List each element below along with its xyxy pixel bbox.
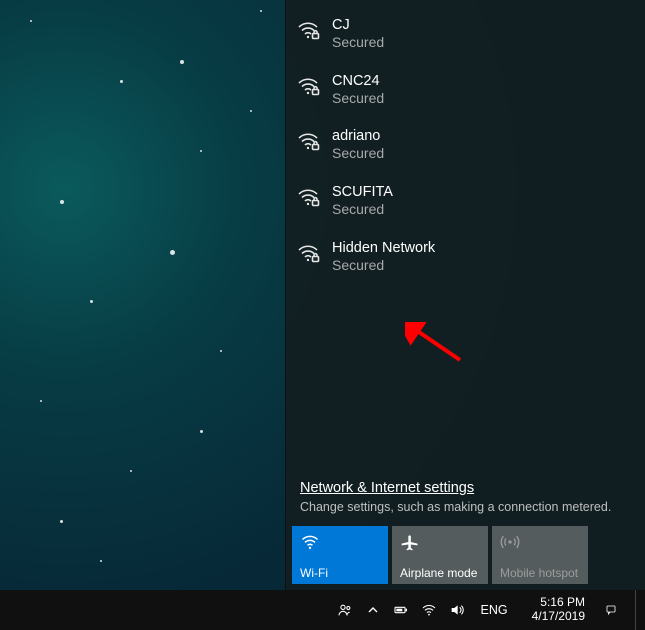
- clock-date: 4/17/2019: [532, 610, 585, 624]
- language-indicator[interactable]: ENG: [477, 603, 512, 617]
- network-status: Secured: [332, 34, 384, 52]
- airplane-icon: [400, 532, 480, 552]
- settings-block: Network & Internet settings Change setti…: [286, 479, 645, 526]
- wifi-secured-icon: [296, 129, 320, 153]
- system-tray: ENG 5:16 PM 4/17/2019: [337, 590, 645, 630]
- network-name: Hidden Network: [332, 239, 435, 257]
- network-settings-desc: Change settings, such as making a connec…: [300, 500, 631, 514]
- action-center-icon[interactable]: [605, 590, 623, 630]
- wifi-secured-icon: [296, 18, 320, 42]
- network-item[interactable]: SCUFITA Secured: [286, 173, 645, 229]
- mobile-hotspot-tile[interactable]: Mobile hotspot: [492, 526, 588, 584]
- wifi-secured-icon: [296, 241, 320, 265]
- airplane-mode-tile[interactable]: Airplane mode: [392, 526, 488, 584]
- tile-label: Wi-Fi: [300, 567, 380, 580]
- network-name: CNC24: [332, 72, 384, 90]
- people-icon[interactable]: [337, 602, 353, 618]
- network-settings-link[interactable]: Network & Internet settings: [300, 480, 474, 496]
- show-desktop-button[interactable]: [635, 590, 641, 630]
- network-flyout: CJ Secured CNC24 Secured: [285, 0, 645, 590]
- tile-label: Mobile hotspot: [500, 567, 580, 580]
- network-list: CJ Secured CNC24 Secured: [286, 0, 645, 284]
- tile-label: Airplane mode: [400, 567, 480, 580]
- wifi-tile[interactable]: Wi-Fi: [292, 526, 388, 584]
- clock[interactable]: 5:16 PM 4/17/2019: [524, 596, 593, 624]
- wifi-icon: [300, 532, 380, 552]
- wifi-secured-icon: [296, 185, 320, 209]
- quick-action-tiles: Wi-Fi Airplane mode Mobi: [286, 526, 645, 590]
- network-name: SCUFITA: [332, 183, 393, 201]
- network-name: adriano: [332, 127, 384, 145]
- network-item-hidden[interactable]: Hidden Network Secured: [286, 229, 645, 285]
- battery-icon[interactable]: [393, 602, 409, 618]
- network-name: CJ: [332, 16, 384, 34]
- clock-time: 5:16 PM: [532, 596, 585, 610]
- network-item[interactable]: adriano Secured: [286, 117, 645, 173]
- desktop: CJ Secured CNC24 Secured: [0, 0, 645, 630]
- wifi-secured-icon: [296, 74, 320, 98]
- wifi-tray-icon[interactable]: [421, 602, 437, 618]
- network-status: Secured: [332, 90, 384, 108]
- network-status: Secured: [332, 145, 384, 163]
- network-item[interactable]: CJ Secured: [286, 6, 645, 62]
- volume-icon[interactable]: [449, 602, 465, 618]
- network-status: Secured: [332, 257, 435, 275]
- chevron-up-icon[interactable]: [365, 602, 381, 618]
- taskbar: ENG 5:16 PM 4/17/2019: [0, 590, 645, 630]
- network-status: Secured: [332, 201, 393, 219]
- hotspot-icon: [500, 532, 580, 552]
- network-item[interactable]: CNC24 Secured: [286, 62, 645, 118]
